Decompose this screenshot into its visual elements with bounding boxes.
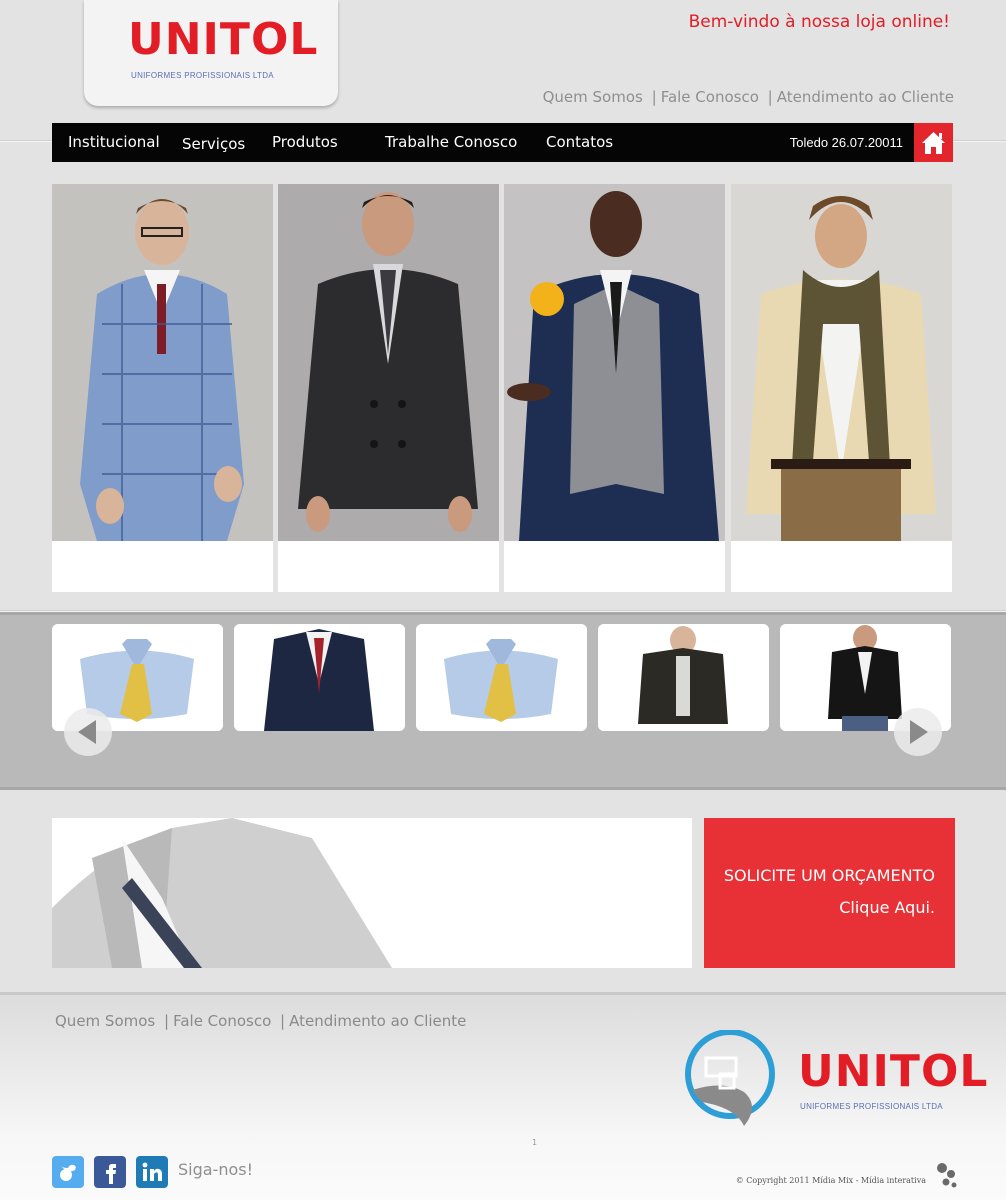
separator: | bbox=[164, 1012, 170, 1030]
hero-image-overcoat bbox=[278, 184, 499, 541]
hero-card[interactable] bbox=[278, 184, 499, 592]
welcome-message: Bem-vindo à nossa loja online! bbox=[688, 12, 950, 32]
nav-item-servicos[interactable]: Serviços bbox=[182, 135, 245, 153]
nav-item-institucional[interactable]: Institucional bbox=[68, 133, 160, 151]
hero-image-cardigan bbox=[504, 184, 725, 541]
nav-item-produtos[interactable]: Produtos bbox=[272, 133, 338, 151]
cta-headline: SOLICITE UM ORÇAMENTO bbox=[723, 866, 935, 885]
twitter-link[interactable] bbox=[52, 1156, 84, 1188]
facebook-icon bbox=[106, 1164, 116, 1184]
top-link-quem-somos[interactable]: Quem Somos bbox=[543, 88, 643, 106]
partner-logo-icon bbox=[684, 1029, 776, 1126]
footer-link-fale-conosco[interactable]: Fale Conosco bbox=[173, 1012, 271, 1030]
hero-card[interactable] bbox=[52, 184, 273, 592]
hero-card[interactable] bbox=[731, 184, 952, 592]
logo-tagline: UNIFORMES PROFISSIONAIS LTDA bbox=[131, 71, 274, 80]
hero-image-plaid-suit bbox=[52, 184, 273, 541]
copyright-text: © Copyright 2011 Mídia Mix - Mídia inter… bbox=[735, 1176, 926, 1185]
home-icon bbox=[922, 132, 945, 154]
linkedin-link[interactable] bbox=[136, 1156, 168, 1188]
logo[interactable]: UNITOL UNIFORMES PROFISSIONAIS LTDA bbox=[84, 0, 338, 106]
carousel-prev-button[interactable] bbox=[64, 708, 112, 756]
cta-click-here: Clique Aqui. bbox=[839, 898, 935, 917]
page-marker: 1 bbox=[532, 1138, 538, 1147]
product-image-shirt-tie bbox=[416, 624, 587, 731]
product-card[interactable] bbox=[234, 624, 405, 731]
separator: | bbox=[280, 1012, 286, 1030]
footer-logo-wordmark: UNITOL bbox=[798, 1046, 989, 1097]
product-card[interactable] bbox=[598, 624, 769, 731]
carousel-next-button[interactable] bbox=[894, 708, 942, 756]
facebook-link[interactable] bbox=[94, 1156, 126, 1188]
quote-request-button[interactable]: SOLICITE UM ORÇAMENTO Clique Aqui. bbox=[704, 818, 955, 968]
follow-us-label: Siga-nos! bbox=[178, 1160, 254, 1179]
agency-logo-icon bbox=[934, 1160, 958, 1190]
hero-image-scarf bbox=[731, 184, 952, 541]
product-image-blazer bbox=[234, 624, 405, 731]
linkedin-icon bbox=[142, 1162, 162, 1181]
product-image-jacket bbox=[598, 624, 769, 731]
banner-image-jacket bbox=[52, 818, 692, 968]
logo-wordmark: UNITOL bbox=[128, 14, 319, 65]
home-button[interactable] bbox=[914, 123, 953, 162]
promo-banner[interactable] bbox=[52, 818, 692, 968]
footer-logo-tagline: UNIFORMES PROFISSIONAIS LTDA bbox=[800, 1102, 943, 1111]
separator: | bbox=[651, 88, 657, 106]
footer-links: Quem Somos | Fale Conosco | Atendimento ao… bbox=[55, 1012, 466, 1030]
location-date: Toledo 26.07.20011 bbox=[789, 135, 903, 150]
main-nav: Institucional Serviços Produtos Trabalhe… bbox=[52, 123, 953, 162]
product-card[interactable] bbox=[416, 624, 587, 731]
nav-item-contatos[interactable]: Contatos bbox=[546, 133, 613, 151]
chevron-right-icon bbox=[910, 720, 928, 744]
chevron-left-icon bbox=[78, 720, 96, 744]
top-link-fale-conosco[interactable]: Fale Conosco bbox=[661, 88, 759, 106]
top-links: Quem Somos | Fale Conosco | Atendimento ao… bbox=[520, 88, 954, 106]
separator: | bbox=[767, 88, 773, 106]
nav-item-trabalhe-conosco[interactable]: Trabalhe Conosco bbox=[385, 133, 517, 151]
hero-card[interactable] bbox=[504, 184, 725, 592]
twitter-icon bbox=[60, 1164, 76, 1181]
footer-link-quem-somos[interactable]: Quem Somos bbox=[55, 1012, 155, 1030]
footer-link-atendimento[interactable]: Atendimento ao Cliente bbox=[289, 1012, 466, 1030]
top-link-atendimento[interactable]: Atendimento ao Cliente bbox=[777, 88, 954, 106]
